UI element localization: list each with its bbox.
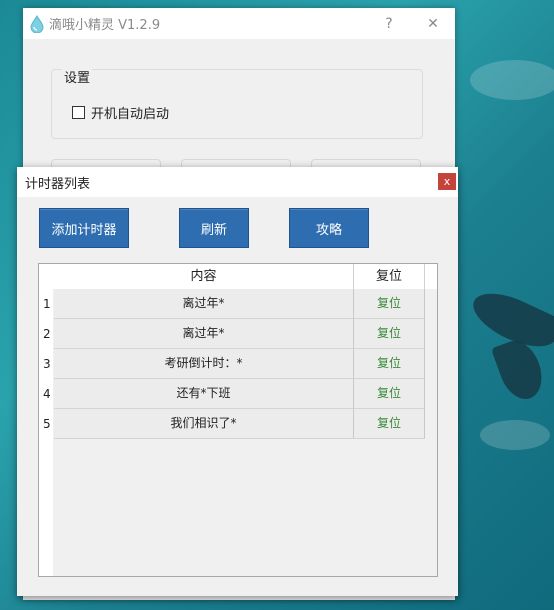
settings-group: 设置 开机自动启动: [51, 67, 423, 139]
settings-legend: 设置: [62, 67, 93, 86]
table-row[interactable]: 5 我们相识了* 复位: [39, 409, 425, 439]
dialog-close-button[interactable]: x: [438, 173, 456, 190]
help-button[interactable]: ?: [367, 16, 411, 32]
table-header: 内容 复位: [39, 264, 437, 289]
app-title: 滴哦小精灵 V1.2.9: [49, 18, 161, 33]
row-number: 4: [43, 387, 51, 401]
table-row[interactable]: 1 离过年* 复位: [39, 289, 425, 319]
table-row[interactable]: 4 还有*下班 复位: [39, 379, 425, 409]
timer-content-cell[interactable]: 还有*下班: [54, 379, 354, 409]
timer-list-dialog: 计时器列表 x 添加计时器 刷新 攻略 内容 复位 1 离过年* 复位 2 离过…: [17, 167, 458, 596]
timer-content-cell[interactable]: 离过年*: [54, 289, 354, 319]
timer-table: 内容 复位 1 离过年* 复位 2 离过年* 复位 3 考研倒计时：* 复位 4…: [38, 263, 438, 577]
table-row[interactable]: 3 考研倒计时：* 复位: [39, 349, 425, 379]
row-number: 2: [43, 327, 51, 341]
autostart-checkbox[interactable]: [72, 106, 85, 119]
refresh-button[interactable]: 刷新: [179, 208, 249, 248]
autostart-label: 开机自动启动: [91, 107, 170, 122]
header-content[interactable]: 内容: [54, 264, 354, 289]
guide-button[interactable]: 攻略: [289, 208, 369, 248]
timer-content-cell[interactable]: 我们相识了*: [54, 409, 354, 439]
header-reset[interactable]: 复位: [354, 264, 425, 289]
add-timer-button[interactable]: 添加计时器: [39, 208, 129, 248]
close-button[interactable]: ✕: [411, 16, 455, 32]
row-number: 5: [43, 417, 51, 431]
main-title-bar: 滴哦小精灵 V1.2.9 ? ✕: [23, 8, 455, 39]
reset-link[interactable]: 复位: [354, 289, 425, 319]
autostart-option[interactable]: 开机自动启动: [72, 103, 169, 122]
row-number: 1: [43, 297, 51, 311]
reset-link[interactable]: 复位: [354, 319, 425, 349]
dialog-title-bar: 计时器列表 x: [17, 167, 458, 197]
water-drop-icon: [30, 14, 44, 33]
reset-link[interactable]: 复位: [354, 349, 425, 379]
table-row[interactable]: 2 离过年* 复位: [39, 319, 425, 349]
row-number: 3: [43, 357, 51, 371]
dialog-title: 计时器列表: [25, 176, 91, 192]
reset-link[interactable]: 复位: [354, 409, 425, 439]
reset-link[interactable]: 复位: [354, 379, 425, 409]
timer-content-cell[interactable]: 离过年*: [54, 319, 354, 349]
timer-content-cell[interactable]: 考研倒计时：*: [54, 349, 354, 379]
